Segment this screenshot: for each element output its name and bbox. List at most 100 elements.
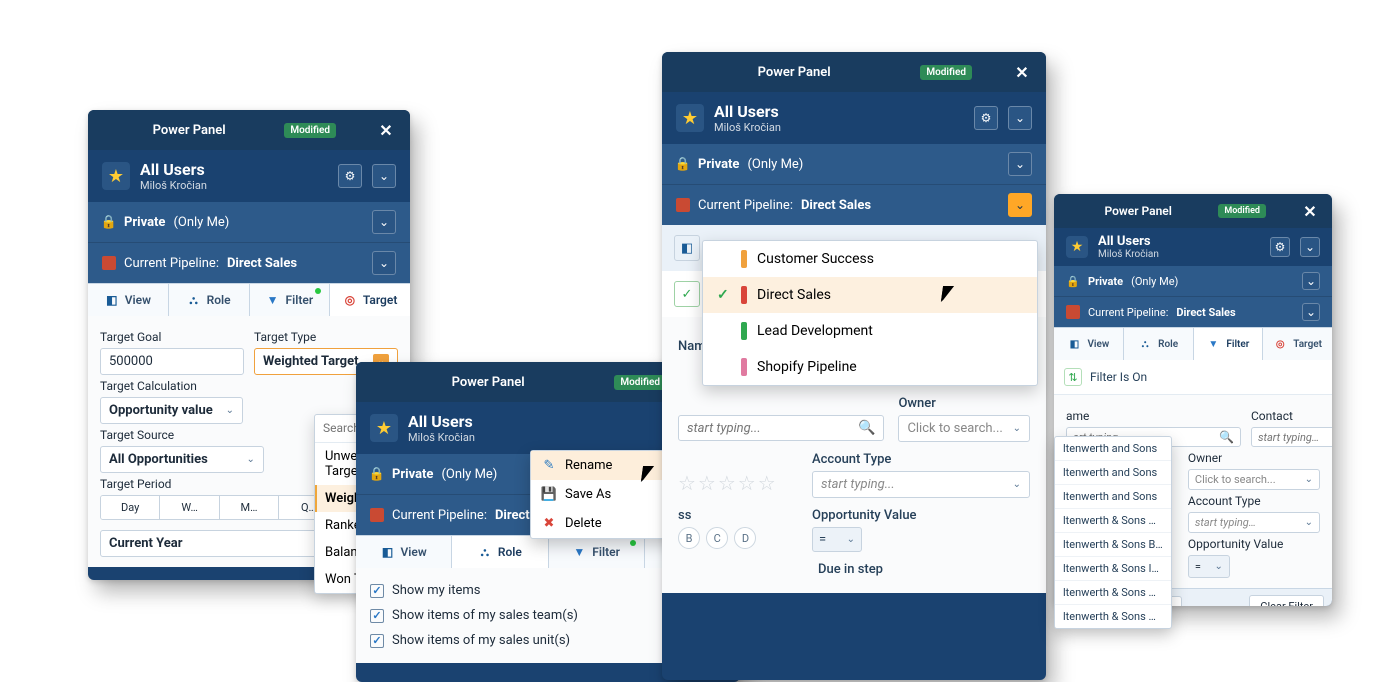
pipeline-option[interactable]: Lead Development [703,313,1037,349]
opportunity-value-label: Opportunity Value [1188,537,1320,551]
visibility-row[interactable]: 🔒 Private (Only Me) ⌄ [662,144,1046,184]
class-chip[interactable]: B [678,527,700,549]
menu-rename[interactable]: ✎Rename [531,451,679,480]
filter-status[interactable]: ⇅ Filter Is On [1054,360,1332,395]
chevron-down-icon[interactable]: ⌄ [1302,303,1320,321]
modified-badge: Modified [1218,204,1266,218]
lock-icon: 🔒 [370,467,384,482]
period-month[interactable]: M… [220,496,279,519]
flag-icon [676,198,690,212]
period-day[interactable]: Day [101,496,160,519]
operator-select[interactable]: =⌄ [812,527,862,552]
chevron-down-icon[interactable]: ⌄ [372,251,396,275]
pipeline-option[interactable]: Shopify Pipeline [703,349,1037,385]
search-input[interactable]: 🔍 [678,415,884,441]
tab-role[interactable]: ⛬Role [1124,328,1194,360]
close-icon[interactable]: ✕ [1300,201,1320,221]
target-goal-input[interactable]: 500000 [100,348,244,375]
lock-icon: 🔒 [102,215,116,230]
user-name: All Users [140,160,328,179]
user-sub: Miloš Kročian [1098,249,1260,260]
view-icon[interactable]: ◧ [674,235,700,261]
star-icon[interactable]: ★ [1066,236,1088,258]
menu-saveas[interactable]: 💾Save As [531,480,679,509]
target-calc-label: Target Calculation [100,379,398,393]
autocomplete-dropdown[interactable]: ltenwerth and Sons ltenwerth and Sons lt… [1054,436,1172,629]
operator-select[interactable]: =⌄ [1188,555,1230,578]
delete-icon: ✖ [541,516,557,531]
pipeline-prefix: Current Pipeline: [392,508,487,523]
autocomplete-item[interactable]: ltenwerth and Sons [1055,460,1171,484]
autocomplete-item[interactable]: ltenwerth & Sons Bra… [1055,532,1171,556]
tab-view[interactable]: ◧View [1054,328,1124,360]
gear-menu[interactable]: ✎Rename 💾Save As ✖Delete [530,450,680,539]
pipeline-row[interactable]: Current Pipeline: Direct Sales ⌄ [88,242,410,283]
clear-filter-button[interactable]: Clear Filter [1249,595,1324,606]
target-calc-select[interactable]: Opportunity value⌄ [100,397,243,424]
chevron-down-icon[interactable]: ⌄ [372,210,396,234]
tab-target[interactable]: ◎Target [1263,328,1332,360]
tab-filter[interactable]: ▼Filter [549,536,645,568]
tab-target[interactable]: ◎Target [330,284,410,316]
close-icon[interactable]: ✕ [1012,62,1032,82]
flag-icon [102,256,116,270]
rating-widget[interactable]: ☆☆☆☆☆ [678,471,798,495]
account-type-label: Account Type [1188,494,1320,508]
account-type-select[interactable]: start typing... ⌄ [812,471,1030,498]
panel-title: Power Panel [102,123,276,138]
autocomplete-item[interactable]: ltenwerth & Sons Hea… [1055,508,1171,532]
star-icon[interactable]: ★ [102,162,130,190]
pipeline-option[interactable]: ✓Direct Sales [703,277,1037,313]
close-icon[interactable]: ✕ [376,120,396,140]
gear-icon[interactable]: ⚙ [1270,237,1290,257]
class-chip[interactable]: D [734,527,756,549]
autocomplete-item[interactable]: ltenwerth & Sons Ong… [1055,604,1171,628]
tab-role[interactable]: ⛬Role [452,536,548,568]
tab-filter[interactable]: ▼Filter [250,284,331,316]
visibility-row[interactable]: 🔒 Private (Only Me) ⌄ [88,202,410,242]
owner-select[interactable]: Click to search... ⌄ [898,415,1030,442]
star-icon[interactable]: ★ [370,414,398,442]
autocomplete-item[interactable]: ltenwerth & Sons Initi… [1055,556,1171,580]
modified-badge: Modified [284,123,336,138]
chevron-down-icon[interactable]: ⌄ [1300,237,1320,257]
chevron-down-icon[interactable]: ⌄ [1302,272,1320,290]
autocomplete-item[interactable]: ltenwerth and Sons [1055,484,1171,508]
filter-icon: ▼ [572,545,586,559]
gear-icon[interactable]: ⚙ [974,106,998,130]
flag-icon [370,508,384,522]
filter-icon: ▼ [1206,337,1220,351]
tab-filter[interactable]: ▼Filter [1194,328,1264,360]
contact-input[interactable]: 🔍 [1251,427,1332,447]
chevron-down-icon[interactable]: ⌄ [1008,193,1032,217]
ss-label: ss [678,508,798,523]
autocomplete-item[interactable]: ltenwerth and Sons [1055,437,1171,460]
target-source-select[interactable]: All Opportunities⌄ [100,446,264,473]
tab-view[interactable]: ◧View [356,536,452,568]
autocomplete-item[interactable]: ltenwerth & Sons Ong… [1055,580,1171,604]
period-week[interactable]: W… [160,496,219,519]
pipeline-option[interactable]: Customer Success [703,241,1037,277]
star-icon[interactable]: ★ [676,104,704,132]
pipeline-row[interactable]: Current Pipeline: Direct Sales ⌄ [1054,296,1332,327]
role-icon: ⛬ [478,545,492,559]
chevron-down-icon[interactable]: ⌄ [1008,106,1032,130]
chevron-down-icon[interactable]: ⌄ [1008,152,1032,176]
tab-role[interactable]: ⛬Role [169,284,250,316]
user-sub: Miloš Kročian [714,121,964,134]
visibility-row[interactable]: 🔒 Private (Only Me) ⌄ [1054,266,1332,296]
tab-view[interactable]: ◧View [88,284,169,316]
class-chip[interactable]: C [706,527,728,549]
panel-title: Power Panel [370,375,606,390]
menu-delete[interactable]: ✖Delete [531,509,679,538]
pipeline-row[interactable]: Current Pipeline: Direct Sales ⌄ [662,184,1046,225]
pipeline-dropdown[interactable]: Customer Success ✓Direct Sales Lead Deve… [702,240,1038,386]
account-type-select[interactable]: start typing…⌄ [1188,512,1320,533]
search-icon: 🔍 [858,420,875,436]
gear-icon[interactable]: ⚙ [338,164,362,188]
private-label: Private [392,467,433,482]
owner-select[interactable]: Click to search...⌄ [1188,469,1320,490]
chevron-down-icon[interactable]: ⌄ [372,164,396,188]
check-icon[interactable]: ✓ [674,281,700,307]
save-icon: 💾 [541,487,557,502]
